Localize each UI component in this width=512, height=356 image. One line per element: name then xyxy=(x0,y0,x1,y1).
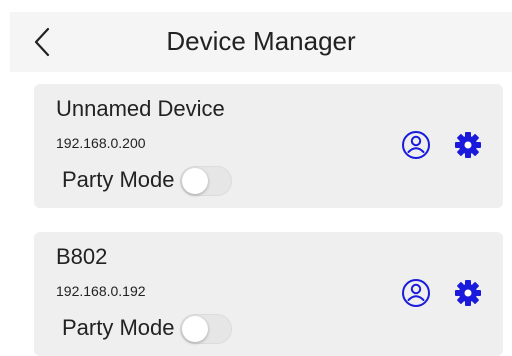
settings-button[interactable] xyxy=(452,277,484,309)
user-button[interactable] xyxy=(400,129,432,161)
header-bar: Device Manager xyxy=(10,12,512,72)
device-name: Unnamed Device xyxy=(56,96,225,121)
device-ip: 192.168.0.200 xyxy=(56,135,146,151)
gear-icon xyxy=(455,132,481,158)
party-mode-toggle[interactable] xyxy=(180,166,232,196)
toggle-knob xyxy=(182,168,208,194)
device-card: B802 192.168.0.192 Party Mode xyxy=(34,232,503,356)
user-circle-icon xyxy=(402,131,430,159)
party-mode-toggle[interactable] xyxy=(180,314,232,344)
device-ip: 192.168.0.192 xyxy=(56,283,146,299)
device-name: B802 xyxy=(56,244,108,269)
page-title: Device Manager xyxy=(166,26,356,56)
party-mode-label: Party Mode xyxy=(62,315,175,340)
gear-icon xyxy=(455,280,481,306)
party-mode-label: Party Mode xyxy=(62,167,175,192)
device-card: Unnamed Device 192.168.0.200 Party Mode xyxy=(34,84,503,208)
toggle-knob xyxy=(182,316,208,342)
settings-button[interactable] xyxy=(452,129,484,161)
user-button[interactable] xyxy=(400,277,432,309)
user-circle-icon xyxy=(402,279,430,307)
